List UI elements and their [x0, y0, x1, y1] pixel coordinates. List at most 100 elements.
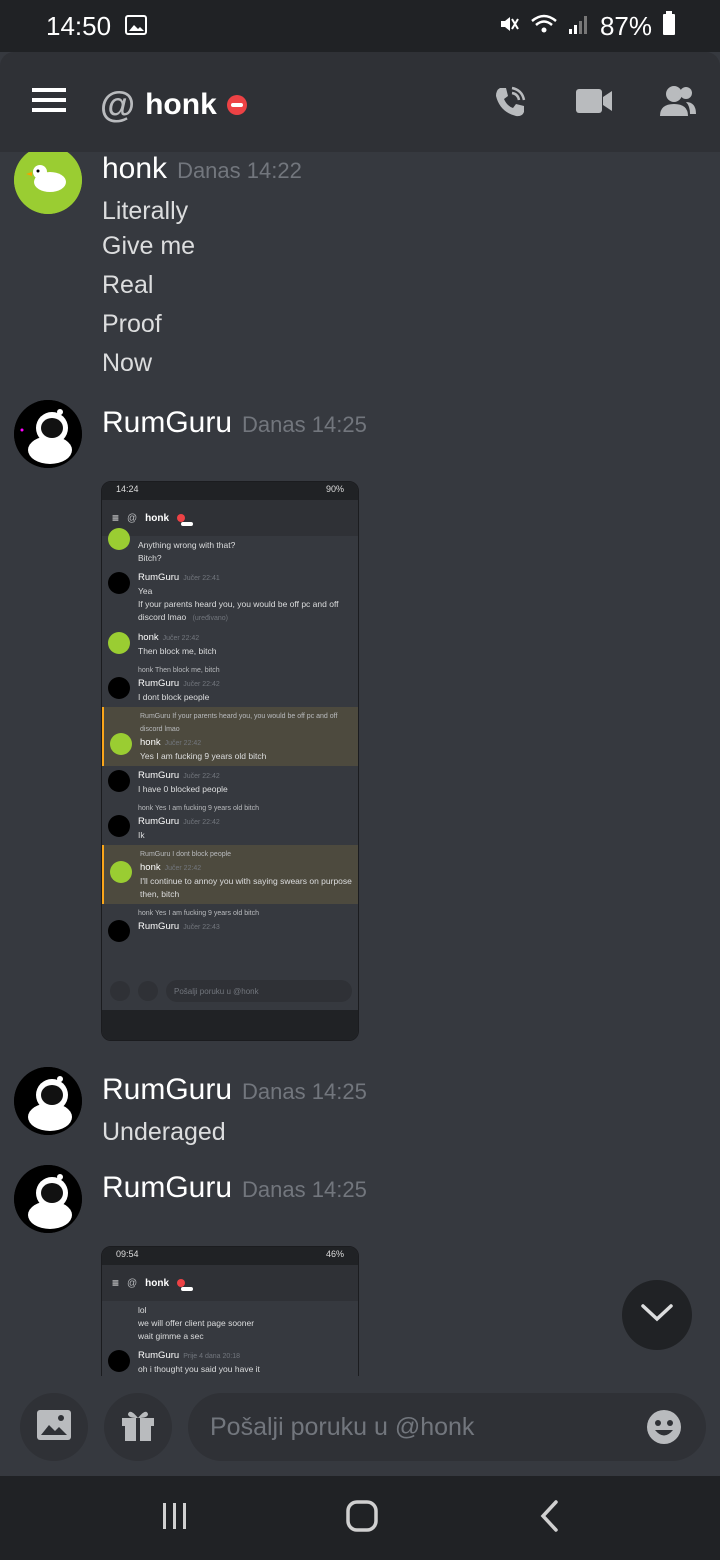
embedded-time: Jučer 22:41	[183, 575, 220, 582]
embedded-message-highlighted: RumGuru If your parents heard you, you w…	[102, 707, 358, 766]
embedded-message: RumGuru Prije 4 dana 20:18 oh i thought y…	[102, 1346, 358, 1376]
embedded-line: oh i thought you said you have it	[138, 1364, 260, 1374]
image-icon	[36, 1409, 72, 1446]
embedded-line-text: If your parents heard you, you would be …	[138, 599, 339, 622]
avatar-rumguru	[108, 677, 130, 699]
avatar-rumguru[interactable]	[14, 1067, 82, 1135]
avatar-honk	[110, 861, 132, 883]
embedded-time: 14:24	[116, 484, 139, 494]
home-button[interactable]	[342, 1498, 382, 1538]
hamburger-icon	[32, 87, 66, 118]
embedded-battery: 46%	[325, 1249, 344, 1259]
menu-button[interactable]	[28, 86, 70, 118]
embedded-nav-bar	[102, 1010, 358, 1040]
dnd-status-icon	[226, 95, 247, 115]
signal-icon	[568, 11, 590, 42]
gift-icon	[138, 981, 158, 1001]
image-attachment[interactable]: 14:24 90% ≡ @ honk Anything wrong with t…	[101, 481, 359, 1041]
at-icon: @	[127, 1277, 138, 1289]
back-icon	[538, 1499, 562, 1538]
video-call-button[interactable]	[574, 86, 614, 120]
message-text: Literally	[102, 197, 189, 225]
embedded-author: RumGuru	[138, 816, 180, 827]
embedded-reply: RumGuru If your parents heard you, you w…	[140, 713, 338, 733]
embedded-author: RumGuru	[138, 921, 180, 932]
embedded-author: RumGuru	[138, 1350, 180, 1361]
message-text: Proof	[102, 310, 162, 338]
smiley-face-icon	[646, 1410, 682, 1449]
message-author[interactable]: RumGuru Danas 14:25	[102, 406, 367, 440]
image-attachment[interactable]: 09:54 46% ≡ @ honk lol we will offer cli…	[101, 1246, 359, 1376]
embedded-line: Ik	[138, 830, 145, 840]
embedded-line: lol	[138, 1305, 147, 1315]
members-button[interactable]	[656, 84, 700, 122]
avatar-honk	[108, 528, 130, 550]
hamburger-icon: ≡	[112, 511, 120, 525]
status-bar: 14:50 87%	[0, 0, 720, 52]
dnd-status-icon	[177, 1279, 194, 1291]
back-button[interactable]	[530, 1498, 570, 1538]
at-icon: @	[100, 84, 136, 125]
message-timestamp: Danas 14:22	[177, 158, 302, 183]
embedded-reply: RumGuru I dont block people	[140, 851, 232, 858]
embedded-time: Jučer 22:42	[183, 819, 220, 826]
mute-icon	[498, 11, 520, 42]
recent-apps-icon	[160, 1501, 190, 1536]
embedded-message-highlighted: RumGuru I dont block people honk Jučer 22…	[102, 845, 358, 904]
hamburger-icon: ≡	[112, 1276, 120, 1290]
embedded-message: honk Jučer 22:42 Then block me, bitch	[102, 628, 358, 661]
message-timestamp: Danas 14:25	[242, 412, 367, 437]
message-timestamp: Danas 14:25	[242, 1177, 367, 1202]
avatar-rumguru	[108, 770, 130, 792]
avatar-rumguru[interactable]	[14, 1165, 82, 1233]
embedded-message: lol we will offer client page sooner wai…	[102, 1301, 358, 1346]
message-input-placeholder: Pošalji poruku u @honk	[210, 1412, 475, 1441]
author-name: RumGuru	[102, 406, 233, 439]
embedded-header: ≡ @ honk	[102, 1265, 358, 1301]
avatar-rumguru	[108, 1350, 130, 1372]
system-nav-bar	[0, 1476, 720, 1560]
avatar-rumguru[interactable]	[14, 400, 82, 468]
embedded-message: RumGuru Jučer 22:41 Yea If your parents h…	[102, 568, 358, 628]
emoji-button[interactable]	[646, 1409, 682, 1445]
gift-button[interactable]	[104, 1393, 172, 1461]
embedded-status-bar: 14:24 90%	[102, 482, 358, 500]
message-author[interactable]: honk Danas 14:22	[102, 152, 302, 186]
message-text: Give me	[102, 232, 196, 260]
author-name: honk	[102, 152, 168, 185]
message-author[interactable]: RumGuru Danas 14:25	[102, 1073, 367, 1107]
home-icon	[345, 1499, 379, 1538]
embedded-time: Jučer 22:42	[164, 865, 202, 872]
embedded-header: ≡ @ honk	[102, 500, 358, 536]
recent-apps-button[interactable]	[155, 1498, 195, 1538]
chevron-down-icon	[640, 1303, 674, 1328]
voice-call-button[interactable]	[488, 84, 532, 124]
message-feed[interactable]: honk Danas 14:22 Literally Give me Real P…	[0, 152, 720, 1376]
embedded-line: Anything wrong with that?	[138, 540, 236, 550]
embedded-time: Prije 4 dana 20:18	[183, 1353, 241, 1360]
embedded-message: honk Yes I am fucking 9 years old bitch …	[102, 904, 358, 942]
embedded-title: honk	[145, 1277, 170, 1289]
message-composer: Pošalji poruku u @honk	[0, 1376, 720, 1476]
embedded-message: honk Then block me, bitch RumGuru Jučer 2…	[102, 661, 358, 707]
message-text: Real	[102, 271, 154, 299]
embedded-line: I dont block people	[138, 692, 210, 702]
battery-icon	[662, 11, 676, 42]
embedded-time: Jučer 22:42	[183, 773, 220, 780]
wifi-icon	[530, 11, 558, 42]
message-text: Now	[102, 349, 153, 377]
dm-title: @ honk	[100, 84, 247, 126]
embedded-time: 09:54	[116, 1249, 139, 1259]
embedded-message: RumGuru Jučer 22:42 I have 0 blocked peop…	[102, 766, 358, 799]
embedded-time: Jučer 22:42	[183, 681, 220, 688]
jump-to-bottom-button[interactable]	[622, 1280, 692, 1350]
attach-image-button[interactable]	[20, 1393, 88, 1461]
dnd-status-icon	[177, 514, 194, 526]
embedded-author: honk	[138, 632, 159, 643]
message-timestamp: Danas 14:25	[242, 1079, 367, 1104]
message-author[interactable]: RumGuru Danas 14:25	[102, 1171, 367, 1205]
embedded-time: Jučer 22:42	[162, 635, 200, 642]
author-name: RumGuru	[102, 1073, 233, 1106]
avatar-honk[interactable]	[14, 152, 82, 214]
message-input[interactable]: Pošalji poruku u @honk	[188, 1393, 706, 1461]
